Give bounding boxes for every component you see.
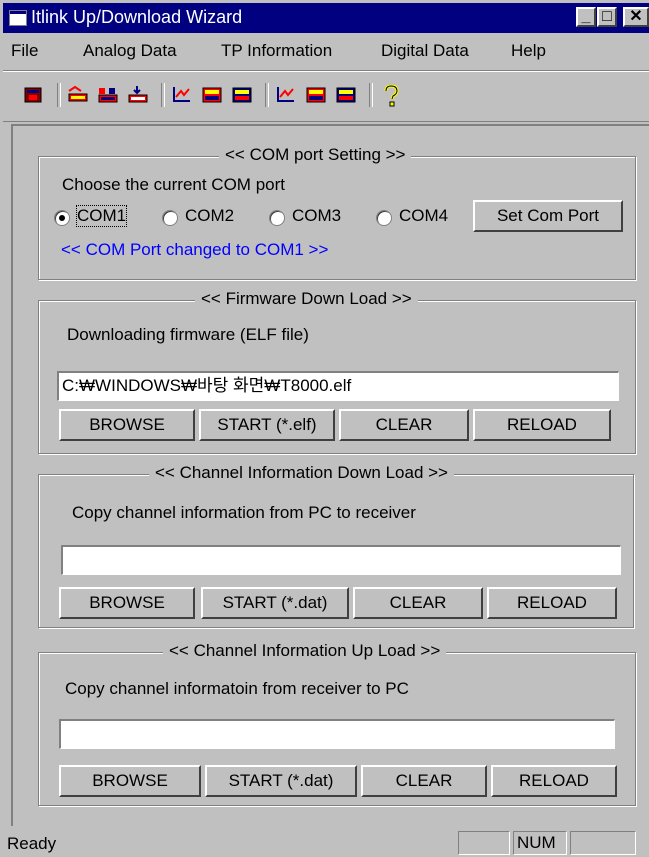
menu-file[interactable]: File	[11, 41, 38, 61]
com4-label[interactable]: COM4	[399, 206, 448, 226]
firmware-reload-button[interactable]: RELOAD	[473, 409, 611, 441]
com-port-prompt: Choose the current COM port	[62, 175, 285, 194]
client-area: << COM port Setting >> Choose the curren…	[11, 124, 649, 826]
channel-download-reload-button[interactable]: RELOAD	[487, 587, 617, 619]
close-icon: ✕	[629, 8, 643, 25]
firmware-legend: << Firmware Down Load >>	[195, 289, 418, 309]
com2-label[interactable]: COM2	[185, 206, 234, 226]
channel-download-group: << Channel Information Down Load >> Copy…	[38, 463, 634, 628]
channel-download-browse-button[interactable]: BROWSE	[59, 587, 195, 619]
channel-upload-legend: << Channel Information Up Load >>	[163, 641, 447, 661]
menu-bar: File Analog Data TP Information Digital …	[3, 35, 649, 65]
toolbar	[3, 70, 649, 122]
channel-download-clear-button[interactable]: CLEAR	[353, 587, 483, 619]
channel-upload-group: << Channel Information Up Load >> Copy c…	[38, 641, 636, 806]
menu-tp-information[interactable]: TP Information	[221, 41, 332, 61]
status-pane-caps	[458, 831, 510, 855]
main-window: Itlink Up/Download Wizard _ □ ✕ File Ana…	[0, 0, 649, 857]
channel-upload-prompt: Copy channel informatoin from receiver t…	[65, 679, 409, 698]
channel-upload-browse-button[interactable]: BROWSE	[59, 765, 201, 797]
close-button[interactable]: ✕	[623, 7, 649, 27]
menu-analog-data[interactable]: Analog Data	[83, 41, 177, 61]
status-pane-scroll	[570, 831, 636, 855]
channel-download-prompt: Copy channel information from PC to rece…	[72, 503, 416, 522]
maximize-icon: □	[602, 8, 612, 25]
com1-label[interactable]: COM1	[75, 205, 128, 227]
firmware-group: << Firmware Down Load >> Downloading fir…	[38, 289, 636, 454]
analog-download-icon[interactable]	[127, 85, 148, 105]
com3-label[interactable]: COM3	[292, 206, 341, 226]
com3-radio[interactable]	[269, 210, 285, 226]
app-icon[interactable]	[9, 10, 27, 26]
minimize-icon: _	[581, 8, 591, 25]
analog-open-icon[interactable]	[67, 85, 88, 105]
app-icon[interactable]	[23, 85, 43, 105]
com-port-status: << COM Port changed to COM1 >>	[61, 240, 329, 259]
com1-radio[interactable]	[54, 210, 70, 226]
channel-download-path-input[interactable]	[61, 545, 621, 575]
channel-upload-reload-button[interactable]: RELOAD	[491, 765, 617, 797]
title-bar[interactable]: Itlink Up/Download Wizard _ □ ✕	[3, 3, 649, 33]
menu-help[interactable]: Help	[511, 41, 546, 61]
maximize-button[interactable]: □	[597, 7, 617, 27]
tp-download-icon[interactable]	[231, 85, 252, 105]
help-icon[interactable]	[381, 84, 401, 107]
firmware-path-input[interactable]: C:₩WINDOWS₩바탕 화면₩T8000.elf	[57, 371, 619, 401]
firmware-clear-button[interactable]: CLEAR	[339, 409, 469, 441]
com2-radio[interactable]	[162, 210, 178, 226]
status-text: Ready	[7, 834, 57, 853]
firmware-start-button[interactable]: START (*.elf)	[199, 409, 335, 441]
minimize-button[interactable]: _	[576, 7, 596, 27]
set-com-port-button[interactable]: Set Com Port	[473, 200, 623, 232]
com4-radio[interactable]	[376, 210, 392, 226]
window-title: Itlink Up/Download Wizard	[31, 7, 243, 27]
com-port-group: << COM port Setting >> Choose the curren…	[38, 145, 636, 280]
firmware-prompt: Downloading firmware (ELF file)	[67, 325, 309, 344]
channel-upload-path-input[interactable]	[59, 719, 615, 749]
digital-save-icon[interactable]	[305, 85, 326, 105]
menu-digital-data[interactable]: Digital Data	[381, 41, 469, 61]
digital-upload-icon[interactable]	[275, 85, 295, 105]
tp-upload-icon[interactable]	[171, 85, 191, 105]
status-pane-num: NUM	[513, 831, 567, 855]
analog-save-icon[interactable]	[97, 85, 118, 105]
com-port-legend: << COM port Setting >>	[219, 145, 412, 165]
tp-save-icon[interactable]	[201, 85, 222, 105]
channel-upload-clear-button[interactable]: CLEAR	[361, 765, 487, 797]
channel-download-start-button[interactable]: START (*.dat)	[201, 587, 349, 619]
status-bar: Ready NUM	[3, 828, 649, 857]
digital-download-icon[interactable]	[335, 85, 356, 105]
channel-download-legend: << Channel Information Down Load >>	[149, 463, 454, 483]
channel-upload-start-button[interactable]: START (*.dat)	[205, 765, 357, 797]
firmware-browse-button[interactable]: BROWSE	[59, 409, 195, 441]
